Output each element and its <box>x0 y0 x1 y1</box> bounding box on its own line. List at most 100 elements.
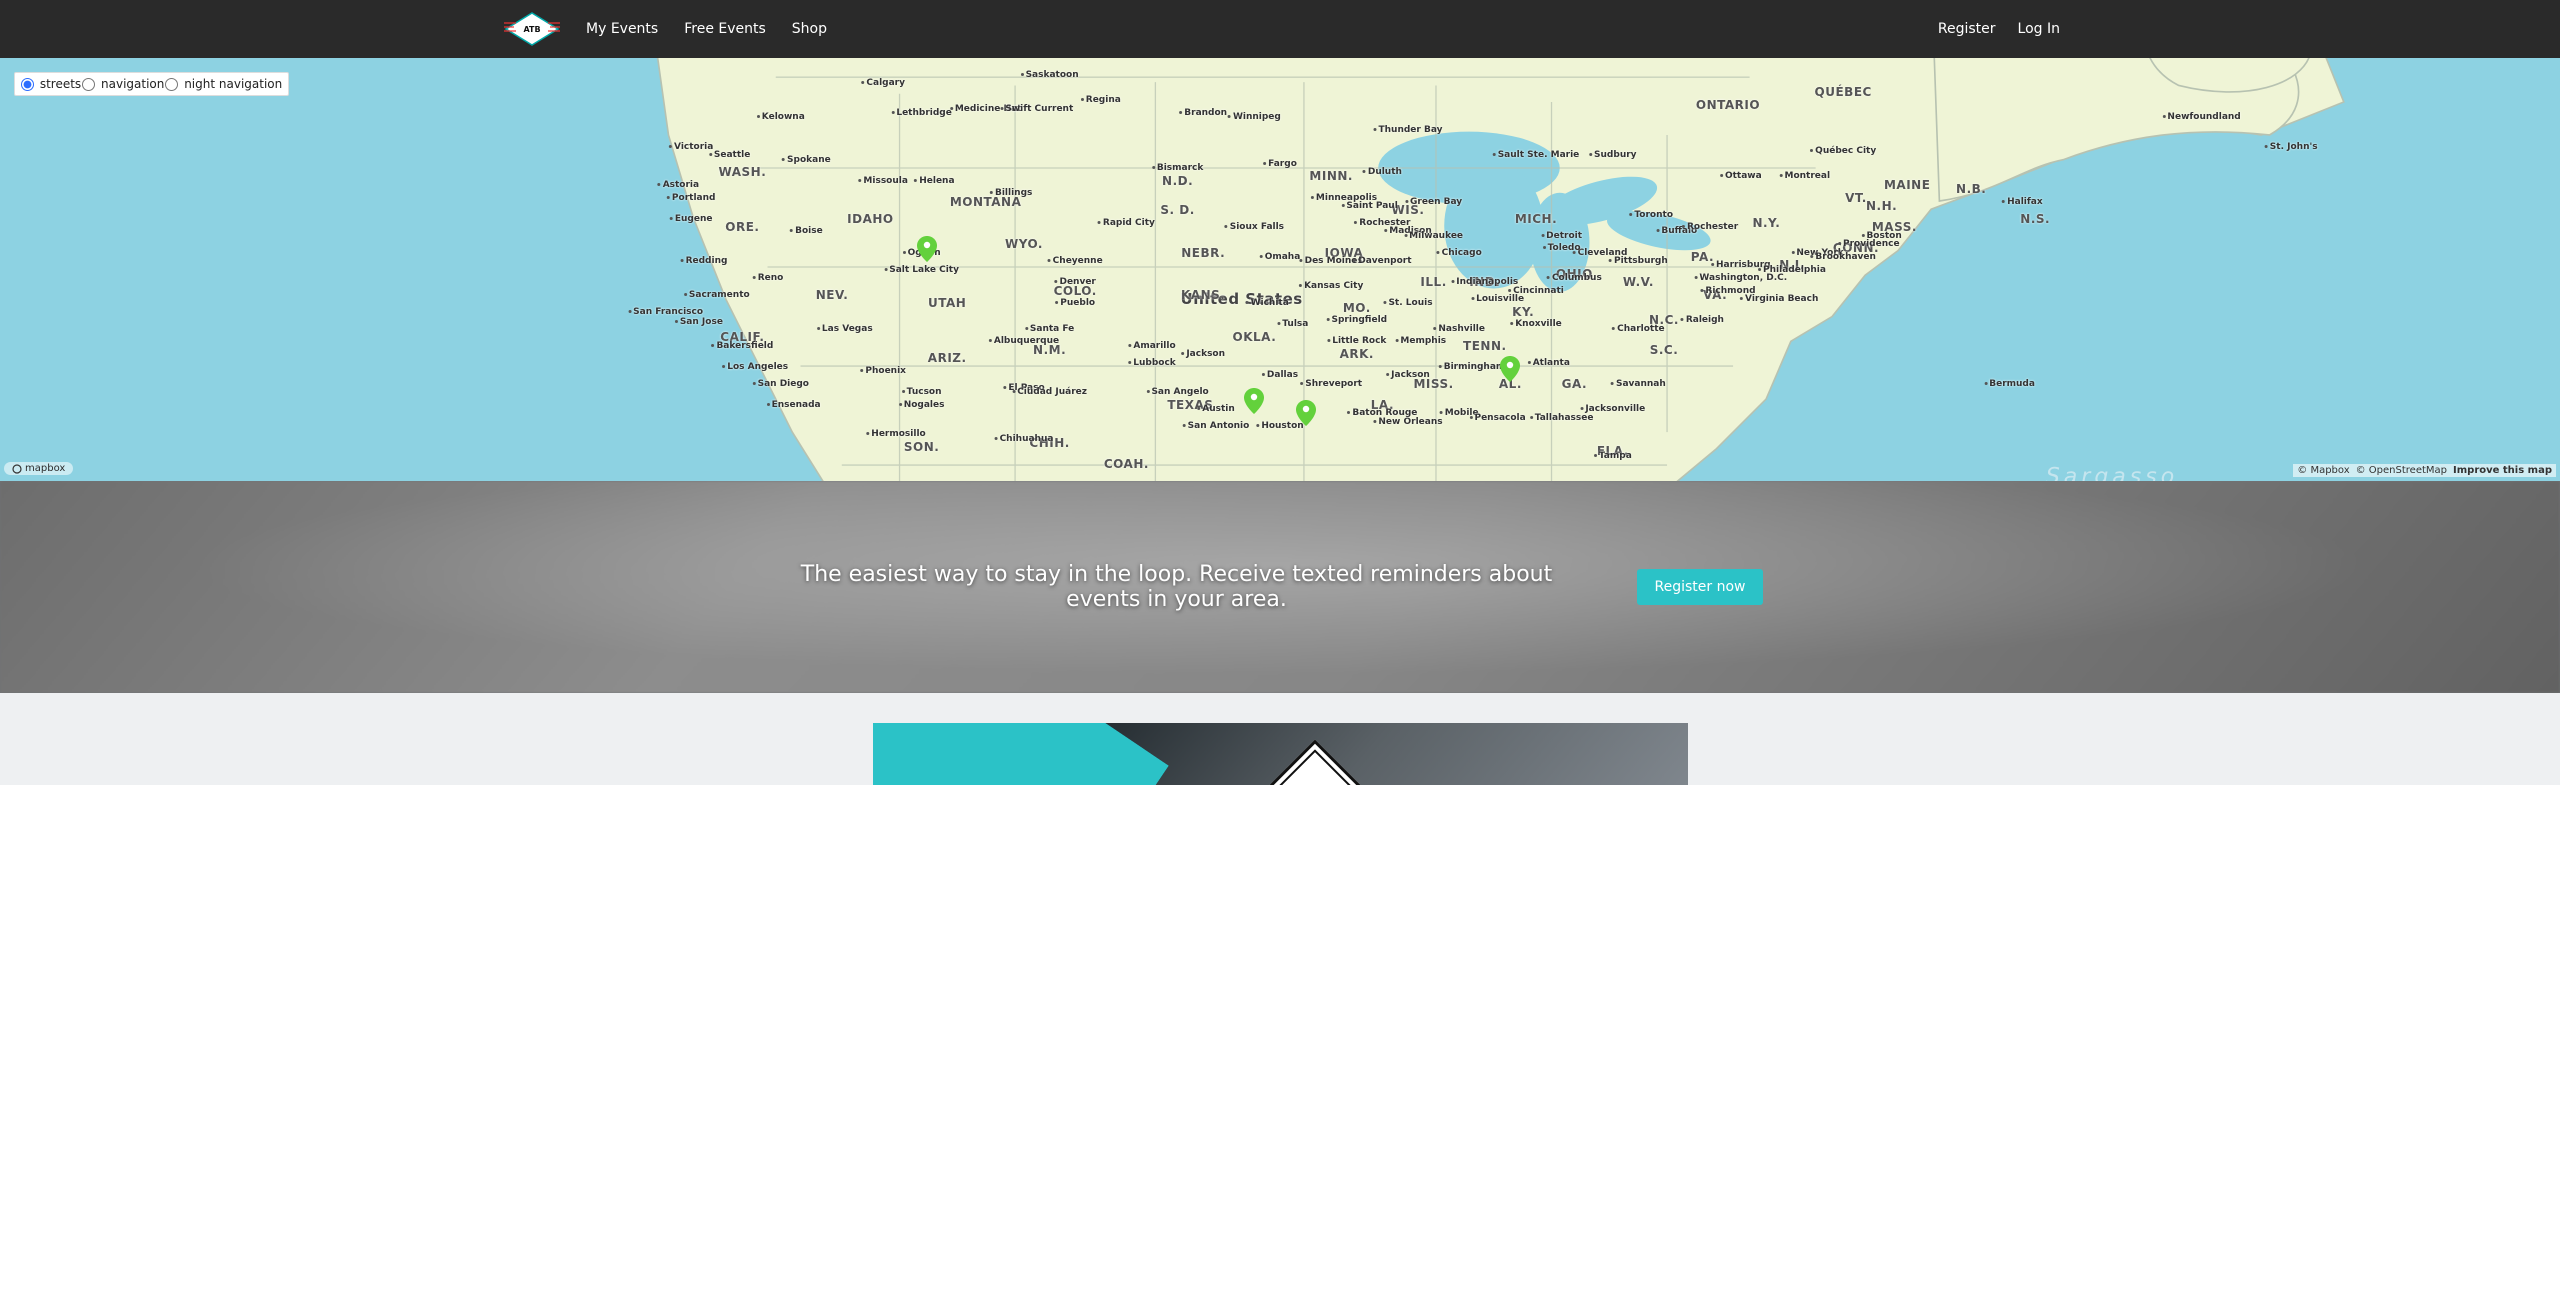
nav-register[interactable]: Register <box>1938 21 1996 37</box>
nav-shop[interactable]: Shop <box>792 21 827 37</box>
layer-option-night[interactable]: night navigation <box>165 77 282 91</box>
region-label: ORE. <box>725 220 759 234</box>
city-label: Halifax <box>2002 197 2043 207</box>
city-label: Washington, D.C. <box>1694 273 1787 283</box>
city-label: Charlotte <box>1612 324 1665 334</box>
city-label: Bakersfield <box>711 341 773 351</box>
city-label: Memphis <box>1395 336 1446 346</box>
city-label: Saskatoon <box>1021 70 1079 80</box>
city-label: Sioux Falls <box>1225 222 1284 232</box>
region-label: MO. <box>1343 301 1371 315</box>
region-label: TENN. <box>1463 339 1507 353</box>
city-label: Pueblo <box>1055 298 1095 308</box>
city-label: Davenport <box>1353 256 1411 266</box>
region-label: ONTARIO <box>1696 98 1760 112</box>
city-label: Rapid City <box>1098 218 1155 228</box>
layer-option-streets[interactable]: streets <box>21 77 81 91</box>
city-label: Little Rock <box>1327 336 1386 346</box>
region-label: QUÉBEC <box>1815 85 1872 99</box>
city-label: Springfield <box>1326 315 1387 325</box>
city-label: Jackson <box>1386 370 1430 380</box>
city-label: Knoxville <box>1510 319 1562 329</box>
nav-free-events[interactable]: Free Events <box>684 21 766 37</box>
site-logo[interactable]: ATB <box>500 11 564 47</box>
layer-radio-night[interactable] <box>165 78 178 91</box>
water-label: Sargasso <box>2046 464 2178 481</box>
city-label: Eugene <box>670 214 713 224</box>
city-label: Portland <box>667 193 716 203</box>
region-label: COAH. <box>1104 457 1149 471</box>
city-label: Winnipeg <box>1228 112 1281 122</box>
region-label: KANS. <box>1181 288 1225 302</box>
city-label: Thunder Bay <box>1373 125 1442 135</box>
map-layer-switcher: streets navigation night navigation <box>14 72 289 96</box>
city-label: Ensenada <box>767 400 821 410</box>
feature-section: ATB <box>0 693 2560 785</box>
auth-nav: Register Log In <box>1938 21 2060 37</box>
city-label: Québec City <box>1810 146 1876 156</box>
city-label: Lethbridge <box>891 108 952 118</box>
city-label: Boise <box>790 226 823 236</box>
feature-panel: ATB <box>873 723 1688 785</box>
nav-my-events[interactable]: My Events <box>586 21 658 37</box>
nav-login[interactable]: Log In <box>2018 21 2060 37</box>
city-label: Kelowna <box>757 112 805 122</box>
city-label: Sudbury <box>1589 150 1637 160</box>
city-label: Virginia Beach <box>1740 294 1818 304</box>
city-label: San Jose <box>675 317 723 327</box>
map-pin[interactable] <box>917 236 937 266</box>
region-label: N.H. <box>1866 199 1897 213</box>
city-label: Jacksonville <box>1580 404 1645 414</box>
city-label: Sacramento <box>684 290 750 300</box>
city-label: Bismarck <box>1152 163 1204 173</box>
city-label: Newfoundland <box>2162 112 2240 122</box>
city-label: Ciudad Juárez <box>1012 387 1087 397</box>
city-label: Birmingham <box>1439 362 1506 372</box>
region-label: OKLA. <box>1233 330 1277 344</box>
city-label: Redding <box>681 256 728 266</box>
map-pin[interactable] <box>1244 388 1264 418</box>
city-label: Hermosillo <box>866 429 925 439</box>
city-label: Denver <box>1054 277 1095 287</box>
city-label: Nashville <box>1433 324 1485 334</box>
city-label: Rochester <box>1354 218 1410 228</box>
attrib-improve[interactable]: Improve this map <box>2453 465 2552 476</box>
register-now-button[interactable]: Register now <box>1637 569 1764 605</box>
city-label: Los Angeles <box>722 362 788 372</box>
city-label: Tucson <box>902 387 942 397</box>
region-label: UTAH <box>928 296 966 310</box>
layer-option-navigation[interactable]: navigation <box>82 77 164 91</box>
region-label: ARK. <box>1340 347 1374 361</box>
region-label: MINN. <box>1309 169 1353 183</box>
city-label: Ottawa <box>1720 171 1762 181</box>
city-label: Brandon <box>1179 108 1227 118</box>
city-label: Austin <box>1197 404 1235 414</box>
city-label: Albuquerque <box>989 336 1059 346</box>
city-label: Montreal <box>1780 171 1831 181</box>
city-label: St. Louis <box>1383 298 1432 308</box>
layer-radio-streets[interactable] <box>21 78 34 91</box>
city-label: Tampa <box>1594 451 1632 461</box>
map-pin[interactable] <box>1500 356 1520 386</box>
city-label: Providence <box>1838 239 1900 249</box>
region-label: NEV. <box>816 288 849 302</box>
region-label: N.Y. <box>1752 216 1780 230</box>
layer-radio-nav[interactable] <box>82 78 95 91</box>
city-label: Jackson <box>1181 349 1225 359</box>
region-label: NEBR. <box>1181 246 1225 260</box>
attrib-mapbox[interactable]: © Mapbox <box>2297 465 2349 476</box>
region-label: MAINE <box>1884 178 1930 192</box>
city-label: Regina <box>1081 95 1121 105</box>
event-map[interactable]: streets navigation night navigation <box>0 58 2560 481</box>
attrib-osm[interactable]: © OpenStreetMap <box>2356 465 2447 476</box>
city-label: San Diego <box>753 379 809 389</box>
city-label: Raleigh <box>1681 315 1724 325</box>
region-label: ARIZ. <box>928 351 967 365</box>
city-label: San Antonio <box>1183 421 1250 431</box>
mapbox-logo[interactable]: mapbox <box>4 462 73 475</box>
city-label: Billings <box>990 188 1032 198</box>
city-label: Columbus <box>1547 273 1602 283</box>
city-label: Astoria <box>658 180 699 190</box>
map-pin[interactable] <box>1296 400 1316 430</box>
city-label: Phoenix <box>860 366 906 376</box>
